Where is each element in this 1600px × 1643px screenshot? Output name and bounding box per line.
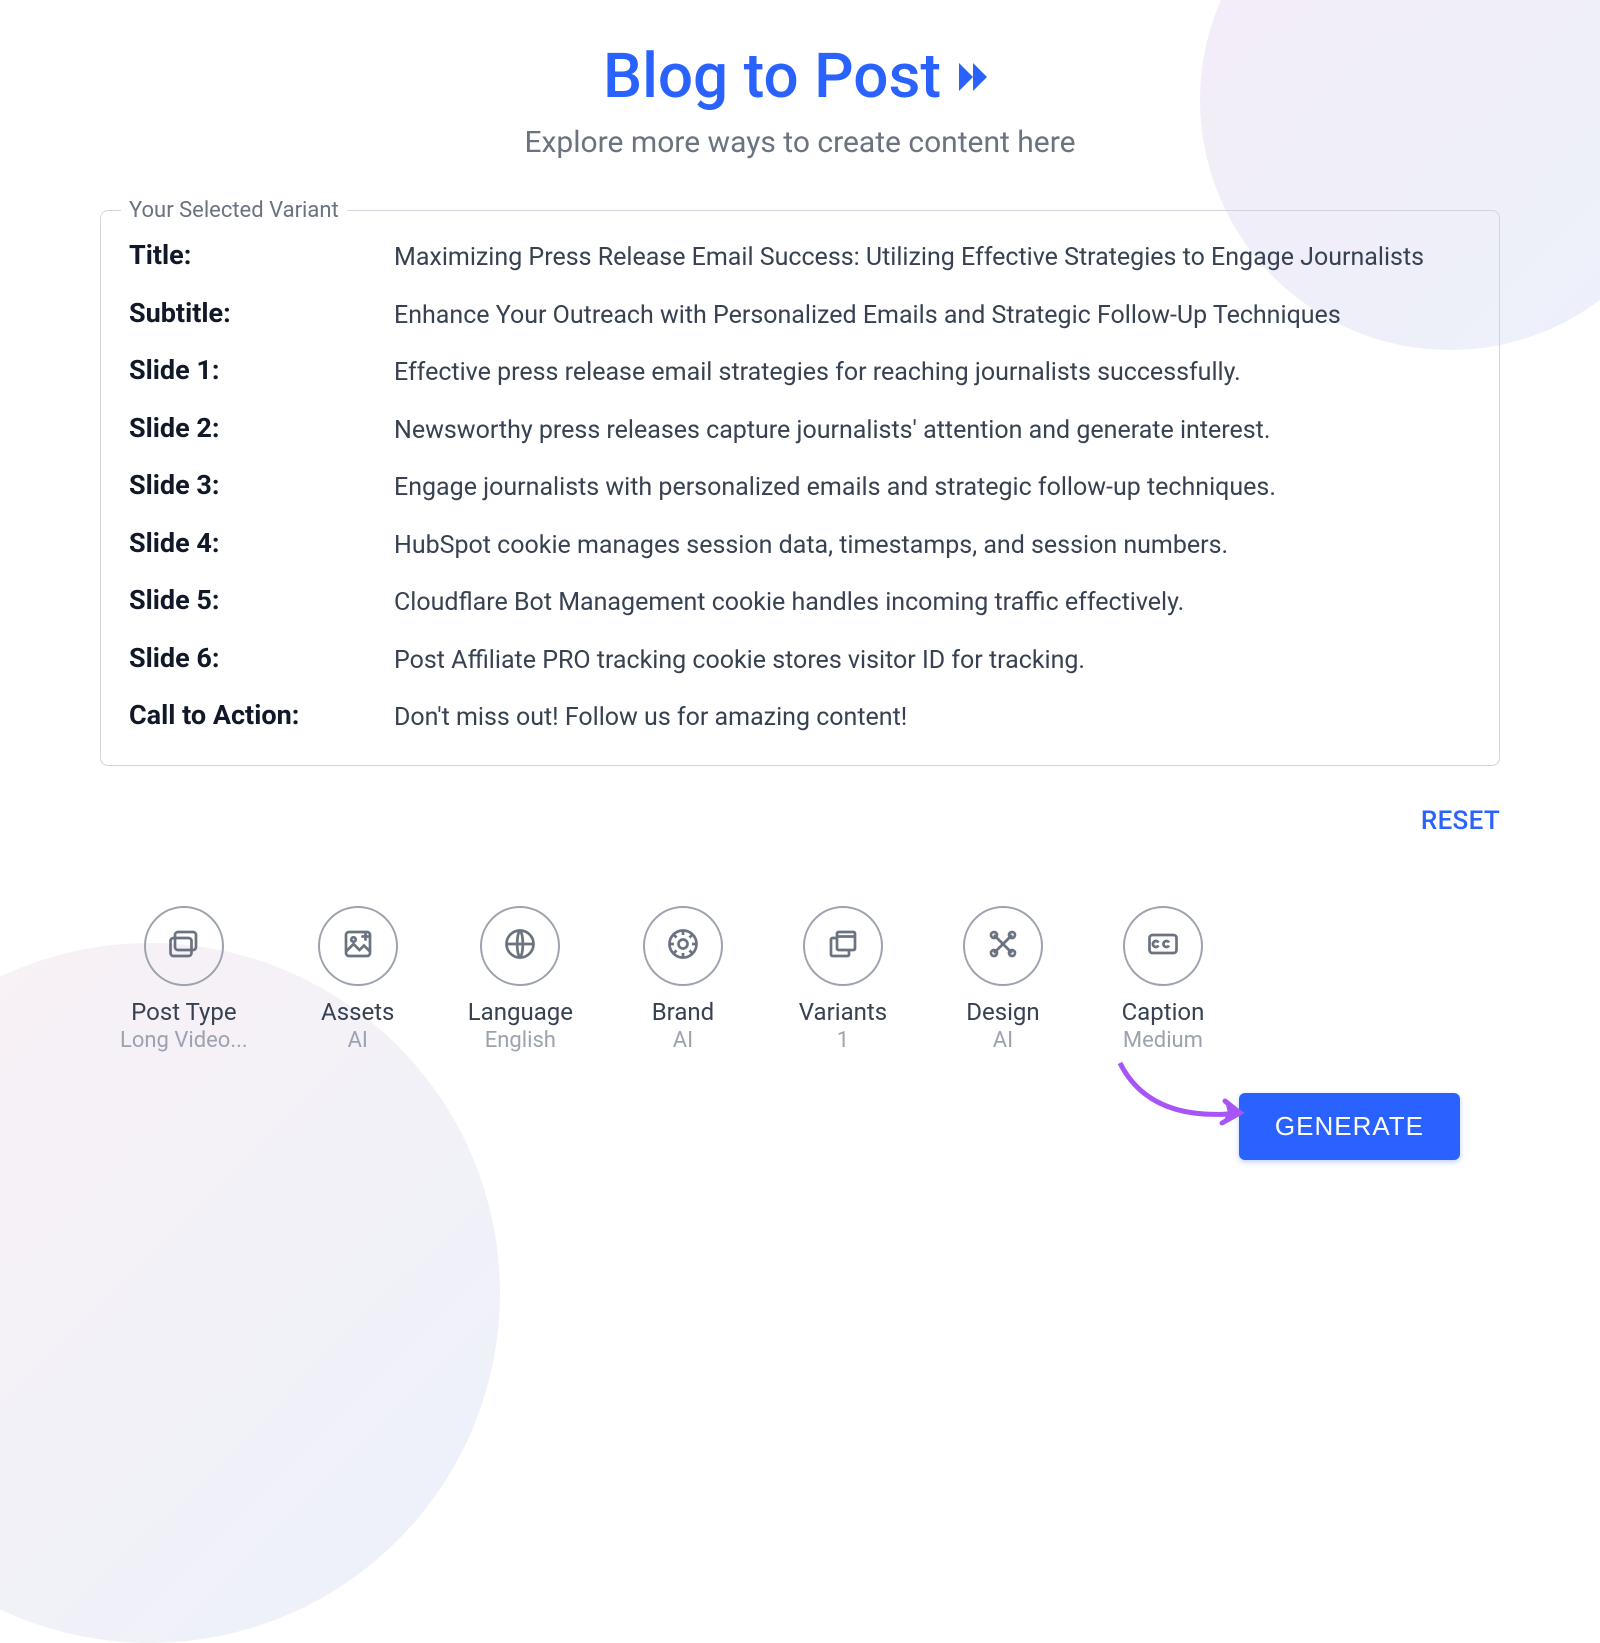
variant-row-slide-5: Slide 5: Cloudflare Bot Management cooki…: [129, 584, 1471, 622]
brand-icon: [665, 926, 701, 966]
variant-row-slide-4: Slide 4: HubSpot cookie manages session …: [129, 527, 1471, 565]
variant-row-cta: Call to Action: Don't miss out! Follow u…: [129, 699, 1471, 737]
option-value: Medium: [1123, 1028, 1203, 1053]
annotation-arrow-icon: [1110, 1053, 1270, 1157]
option-post-type[interactable]: Post Type Long Video...: [120, 906, 248, 1053]
page-title-text: Blog to Post: [603, 40, 941, 113]
reset-button[interactable]: RESET: [1421, 806, 1500, 836]
row-label: Call to Action:: [129, 699, 374, 731]
option-label: Assets: [321, 998, 394, 1026]
row-label: Title:: [129, 239, 374, 271]
option-value: Long Video...: [120, 1028, 248, 1053]
option-label: Post Type: [131, 998, 236, 1026]
row-value: Effective press release email strategies…: [394, 354, 1471, 392]
variant-row-slide-2: Slide 2: Newsworthy press releases captu…: [129, 412, 1471, 450]
option-value: AI: [673, 1028, 693, 1053]
row-label: Subtitle:: [129, 297, 374, 329]
option-language[interactable]: Language English: [468, 906, 573, 1053]
option-value: 1: [837, 1028, 849, 1053]
caption-icon: [1145, 926, 1181, 966]
option-label: Caption: [1122, 998, 1205, 1026]
variant-row-slide-3: Slide 3: Engage journalists with persona…: [129, 469, 1471, 507]
option-caption[interactable]: Caption Medium: [1113, 906, 1213, 1053]
row-label: Slide 6:: [129, 642, 374, 674]
assets-icon: [340, 926, 376, 966]
option-value: AI: [348, 1028, 368, 1053]
row-label: Slide 4:: [129, 527, 374, 559]
post-type-icon: [166, 926, 202, 966]
option-value: English: [485, 1028, 556, 1053]
option-label: Design: [966, 998, 1039, 1026]
variant-row-title: Title: Maximizing Press Release Email Su…: [129, 239, 1471, 277]
option-design[interactable]: Design AI: [953, 906, 1053, 1053]
variants-icon: [825, 926, 861, 966]
design-icon: [985, 926, 1021, 966]
option-label: Brand: [652, 998, 714, 1026]
row-value: HubSpot cookie manages session data, tim…: [394, 527, 1471, 565]
option-value: AI: [993, 1028, 1013, 1053]
row-value: Post Affiliate PRO tracking cookie store…: [394, 642, 1471, 680]
row-value: Newsworthy press releases capture journa…: [394, 412, 1471, 450]
fieldset-legend: Your Selected Variant: [121, 198, 347, 223]
row-value: Don't miss out! Follow us for amazing co…: [394, 699, 1471, 737]
row-value: Enhance Your Outreach with Personalized …: [394, 297, 1471, 335]
row-value: Cloudflare Bot Management cookie handles…: [394, 584, 1471, 622]
selected-variant-fieldset: Your Selected Variant Title: Maximizing …: [100, 210, 1500, 766]
page-subtitle: Explore more ways to create content here: [100, 125, 1500, 160]
header: Blog to Post Explore more ways to create…: [100, 40, 1500, 160]
options-row: Post Type Long Video... Assets AI Langua…: [100, 906, 1500, 1053]
row-label: Slide 2:: [129, 412, 374, 444]
option-brand[interactable]: Brand AI: [633, 906, 733, 1053]
row-label: Slide 3:: [129, 469, 374, 501]
row-label: Slide 1:: [129, 354, 374, 386]
generate-button[interactable]: GENERATE: [1239, 1093, 1460, 1160]
chevron-double-right-icon: [949, 53, 997, 101]
option-label: Language: [468, 998, 573, 1026]
variant-row-subtitle: Subtitle: Enhance Your Outreach with Per…: [129, 297, 1471, 335]
option-variants[interactable]: Variants 1: [793, 906, 893, 1053]
language-icon: [502, 926, 538, 966]
row-label: Slide 5:: [129, 584, 374, 616]
row-value: Maximizing Press Release Email Success: …: [394, 239, 1471, 277]
variant-row-slide-1: Slide 1: Effective press release email s…: [129, 354, 1471, 392]
variant-row-slide-6: Slide 6: Post Affiliate PRO tracking coo…: [129, 642, 1471, 680]
option-label: Variants: [799, 998, 887, 1026]
page-title[interactable]: Blog to Post: [603, 40, 997, 113]
option-assets[interactable]: Assets AI: [308, 906, 408, 1053]
row-value: Engage journalists with personalized ema…: [394, 469, 1471, 507]
